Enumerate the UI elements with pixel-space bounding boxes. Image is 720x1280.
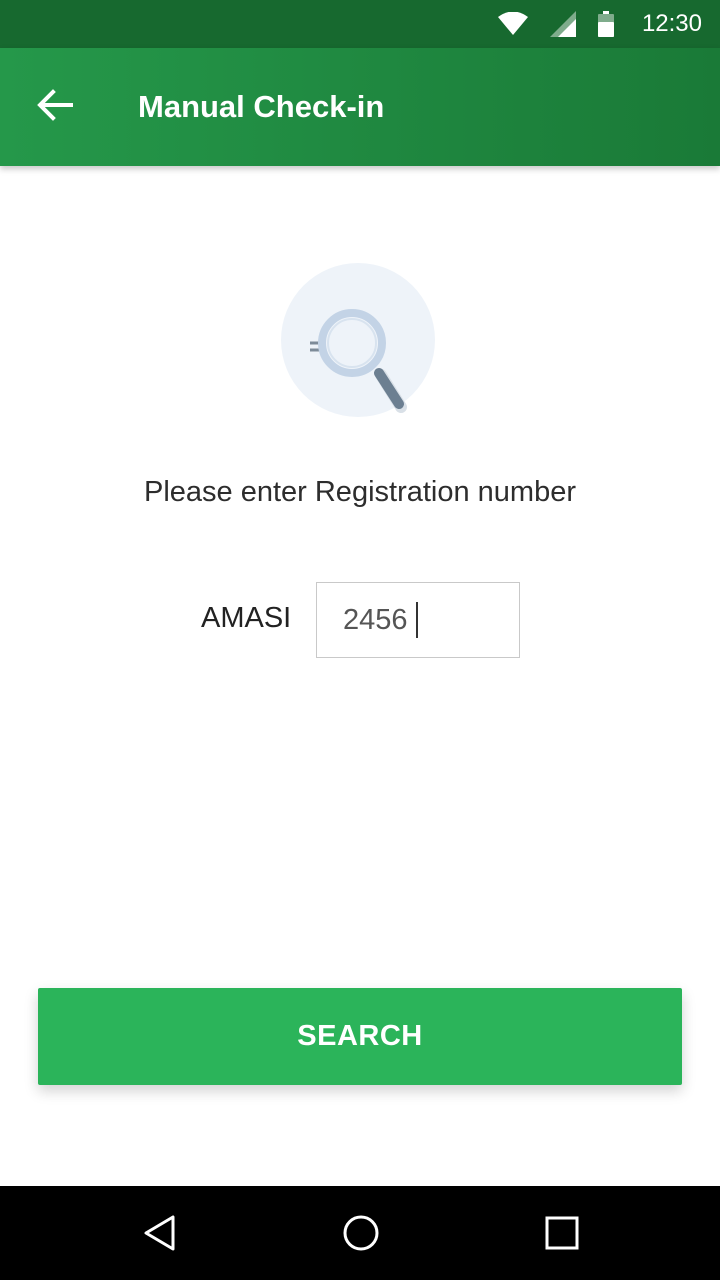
recents-square-icon[interactable] bbox=[542, 1213, 582, 1253]
navigation-bar bbox=[0, 1186, 720, 1280]
clock: 12:30 bbox=[641, 10, 702, 37]
back-triangle-icon[interactable] bbox=[140, 1213, 180, 1253]
battery-icon bbox=[597, 11, 614, 37]
app-bar: Manual Check-in bbox=[0, 48, 720, 166]
arrow-left-icon bbox=[37, 88, 73, 126]
search-button[interactable]: SEARCH bbox=[38, 988, 682, 1085]
registration-number-input[interactable]: 2456 bbox=[316, 582, 520, 658]
signal-icon bbox=[549, 11, 576, 37]
magnifier-search-icon bbox=[280, 263, 440, 428]
status-bar: 12:30 bbox=[0, 0, 720, 48]
home-circle-icon[interactable] bbox=[341, 1213, 381, 1253]
text-caret bbox=[415, 602, 418, 638]
back-button[interactable] bbox=[25, 77, 85, 137]
wifi-icon bbox=[497, 12, 528, 36]
page-title: Manual Check-in bbox=[138, 89, 385, 124]
registration-prefix: AMASI bbox=[201, 602, 292, 634]
registration-row: AMASI 2456 bbox=[0, 582, 720, 658]
registration-prompt: Please enter Registration number bbox=[143, 476, 576, 508]
main-content: Please enter Registration number AMASI 2… bbox=[0, 166, 720, 1186]
registration-number-value: 2456 bbox=[343, 603, 408, 636]
